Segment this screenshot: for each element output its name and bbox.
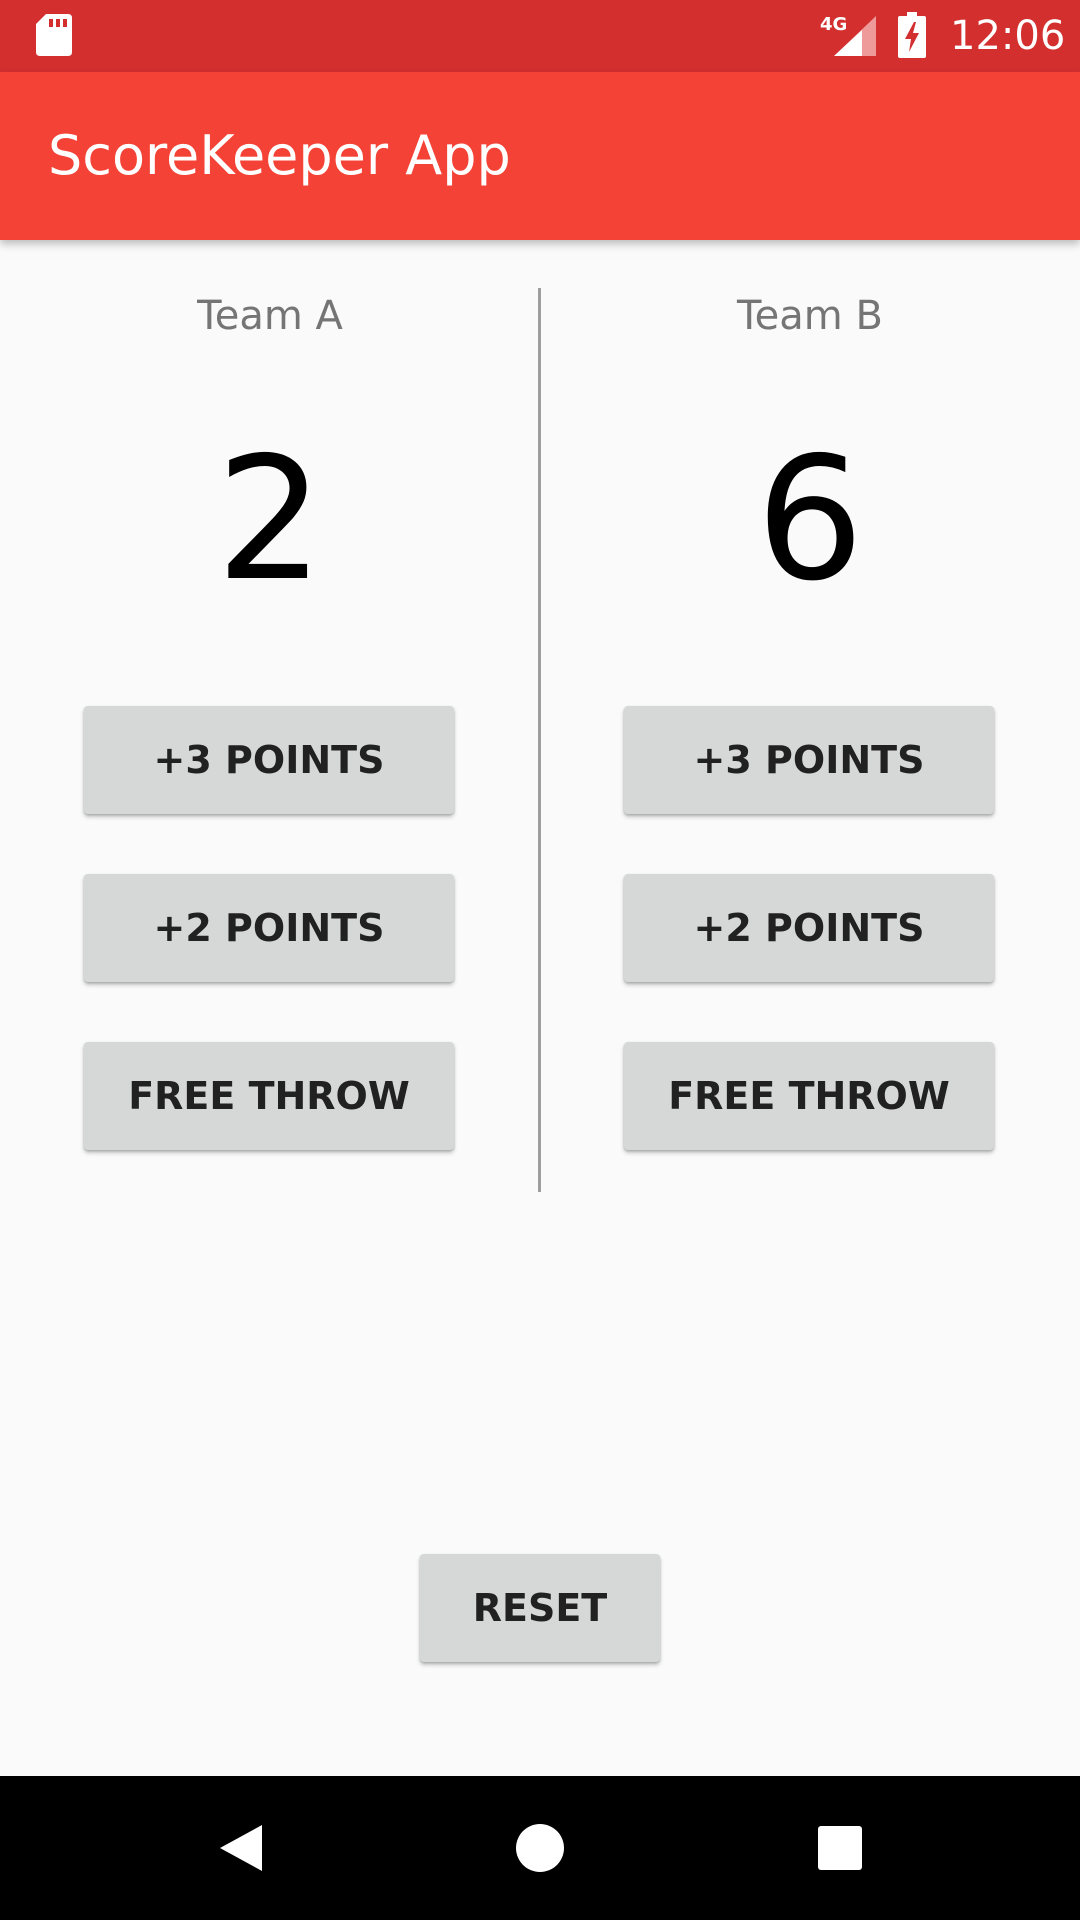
network-type-label: 4G xyxy=(820,14,848,35)
home-icon[interactable] xyxy=(514,1822,566,1874)
team-b-plus-3-button[interactable]: +3 POINTS xyxy=(624,706,994,814)
team-b-score: 6 xyxy=(755,421,865,619)
team-b-name: Team B xyxy=(737,293,883,339)
sd-card-icon xyxy=(36,14,72,56)
team-b-free-throw-button[interactable]: FREE THROW xyxy=(624,1042,994,1150)
team-a-score: 2 xyxy=(215,421,325,619)
battery-charging-icon xyxy=(898,12,926,58)
recents-icon[interactable] xyxy=(817,1825,863,1871)
screen: 4G 12:06 ScoreKeeper App Team A 2 +3 POI… xyxy=(0,0,1080,1920)
status-bar: 4G 12:06 xyxy=(0,0,1080,72)
team-a-name: Team A xyxy=(197,293,343,339)
team-b-panel: Team B 6 +3 POINTS +2 POINTS FREE THROW xyxy=(540,240,1080,1200)
app-bar: ScoreKeeper App xyxy=(0,72,1080,240)
team-b-plus-2-button[interactable]: +2 POINTS xyxy=(624,874,994,982)
back-icon[interactable] xyxy=(216,1823,266,1873)
team-a-free-throw-button[interactable]: FREE THROW xyxy=(84,1042,454,1150)
status-time: 12:06 xyxy=(950,13,1066,59)
team-a-plus-3-button[interactable]: +3 POINTS xyxy=(84,706,454,814)
reset-button[interactable]: RESET xyxy=(420,1554,660,1662)
app-title: ScoreKeeper App xyxy=(48,124,511,187)
team-a-panel: Team A 2 +3 POINTS +2 POINTS FREE THROW xyxy=(0,240,540,1200)
team-a-plus-2-button[interactable]: +2 POINTS xyxy=(84,874,454,982)
